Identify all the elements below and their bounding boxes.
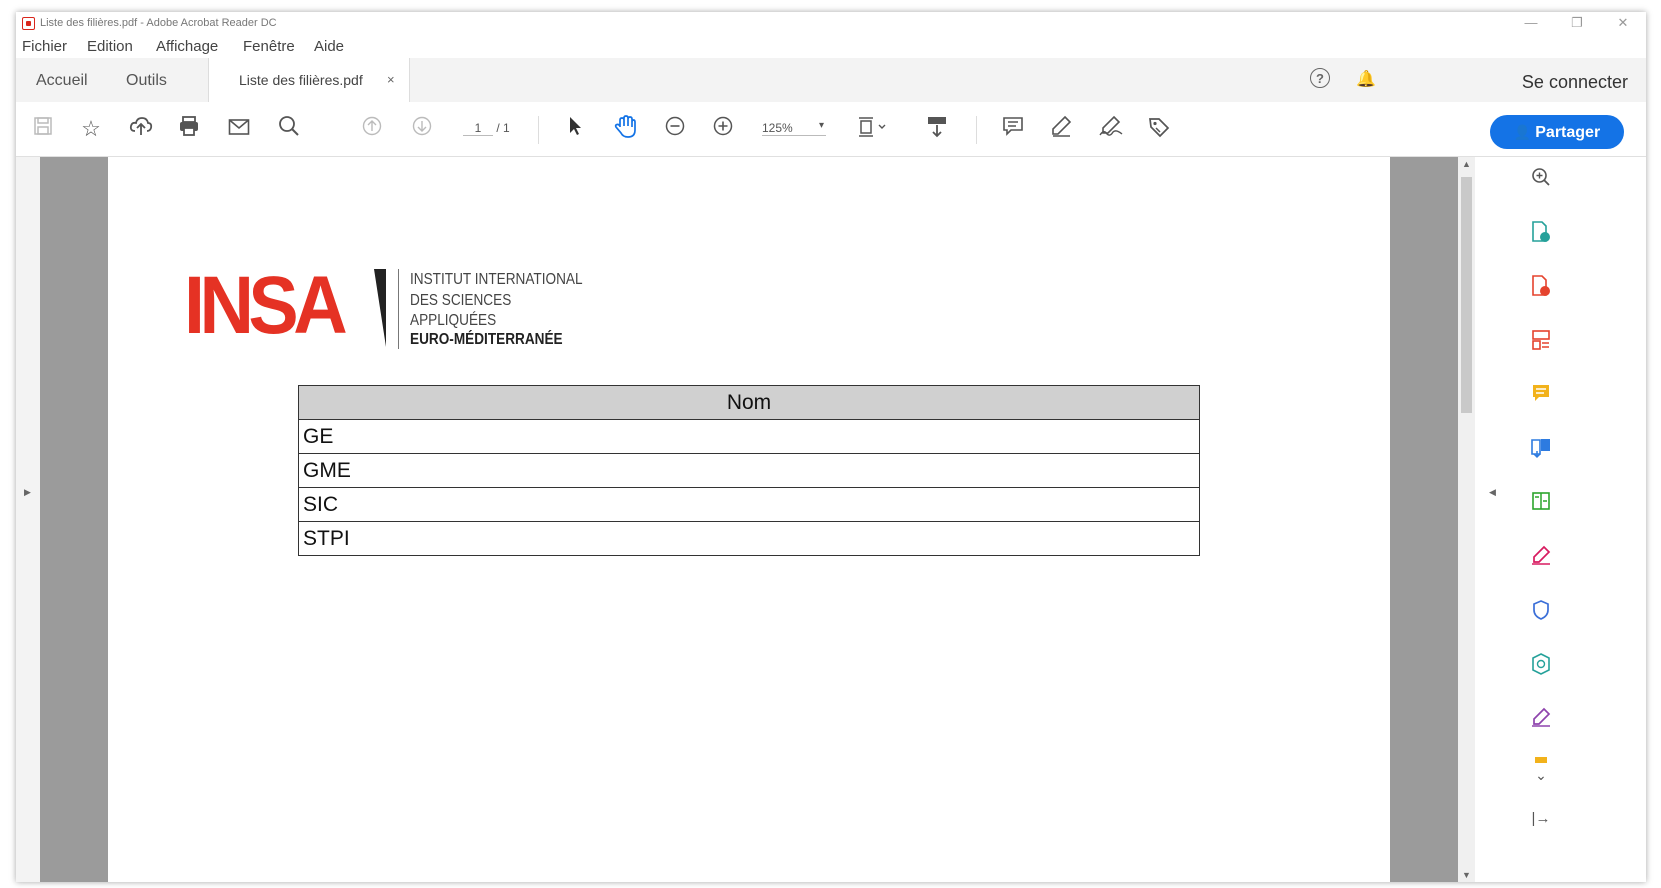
- notification-bell-icon[interactable]: 🔔: [1356, 71, 1376, 88]
- protect-shield-icon[interactable]: [1527, 599, 1555, 627]
- chevron-down-icon: ▾: [818, 120, 824, 131]
- zoom-level-dropdown[interactable]: 125% ▾: [762, 120, 826, 136]
- tab-accueil[interactable]: Accueil: [36, 72, 88, 90]
- draw-signature-icon[interactable]: [1096, 115, 1126, 143]
- collapse-tools-pane-icon[interactable]: |→: [1527, 805, 1555, 833]
- table-cell: STPI: [298, 521, 1200, 556]
- insa-logo: INSA INSTITUT INTERNATIONAL DES SCIENCES…: [184, 261, 604, 351]
- select-tool-icon[interactable]: [561, 115, 591, 143]
- right-tools-pane: ◀ ⌄ |→: [1475, 157, 1646, 882]
- sign-in-link[interactable]: Se connecter: [1522, 72, 1628, 93]
- restore-button[interactable]: ❐: [1554, 12, 1600, 34]
- minimize-button[interactable]: —: [1508, 12, 1554, 34]
- edit-pdf-icon[interactable]: [1527, 491, 1555, 519]
- logo-line-4: EURO-MÉDITERRANÉE: [410, 331, 563, 348]
- window-title: Liste des filières.pdf - Adobe Acrobat R…: [40, 17, 277, 29]
- table-cell: GE: [298, 419, 1200, 454]
- page-up-icon[interactable]: [357, 115, 387, 143]
- help-icon[interactable]: ?: [1310, 68, 1330, 88]
- highlight-pen-icon[interactable]: [1046, 115, 1076, 143]
- table-cell: SIC: [298, 487, 1200, 522]
- table-row: SIC: [298, 487, 1200, 522]
- expand-left-panel-icon[interactable]: ▶: [24, 487, 31, 498]
- tab-document-label: Liste des filières.pdf: [239, 72, 363, 88]
- toolbar-divider: [538, 116, 539, 144]
- logo-line-2: DES SCIENCES: [410, 292, 512, 309]
- add-user-icon: 👤: [1513, 124, 1532, 140]
- menu-affichage[interactable]: Affichage: [156, 38, 218, 55]
- hand-tool-icon[interactable]: [610, 115, 640, 143]
- combine-files-icon[interactable]: [1527, 437, 1555, 465]
- organize-pages-icon[interactable]: [1527, 329, 1555, 357]
- left-navigation-strip: ▶: [16, 157, 40, 882]
- tab-bar: Accueil Outils Liste des filières.pdf × …: [16, 58, 1646, 103]
- zoom-in-icon[interactable]: [708, 115, 738, 143]
- save-icon[interactable]: [28, 115, 58, 143]
- table-cell: GME: [298, 453, 1200, 488]
- logo-wedge: [374, 269, 386, 347]
- create-pdf-icon[interactable]: [1527, 275, 1555, 303]
- zoom-level-value: 125%: [762, 121, 793, 135]
- search-icon[interactable]: [274, 115, 304, 143]
- comment-tool-icon[interactable]: [1527, 383, 1555, 411]
- tab-document[interactable]: Liste des filières.pdf ×: [208, 58, 410, 103]
- comment-icon[interactable]: [998, 115, 1028, 143]
- document-workarea: ▶ INSA INSTITUT INTERNATIONAL DES SCIENC…: [16, 157, 1646, 882]
- acrobat-window: Liste des filières.pdf - Adobe Acrobat R…: [16, 12, 1646, 882]
- logo-line-3: APPLIQUÉES: [410, 312, 497, 329]
- page-current-input[interactable]: 1: [463, 121, 493, 136]
- vertical-scrollbar[interactable]: ▲ ▼: [1458, 157, 1475, 882]
- page-total: / 1: [496, 121, 510, 135]
- collapse-right-panel-icon[interactable]: ◀: [1489, 487, 1496, 498]
- scroll-down-icon[interactable]: ▼: [1462, 870, 1471, 880]
- logo-line-1: INSTITUT INTERNATIONAL: [410, 271, 583, 288]
- close-window-button[interactable]: ✕: [1600, 12, 1646, 34]
- email-icon[interactable]: [224, 115, 254, 143]
- table-row: GE: [298, 419, 1200, 454]
- table-row: STPI: [298, 521, 1200, 556]
- tab-outils[interactable]: Outils: [126, 72, 167, 90]
- column-header-nom: Nom: [298, 385, 1200, 420]
- menu-aide[interactable]: Aide: [314, 38, 344, 55]
- stamp-tag-icon[interactable]: [1144, 115, 1174, 143]
- scroll-up-icon[interactable]: ▲: [1462, 159, 1471, 169]
- zoom-out-icon[interactable]: [660, 115, 690, 143]
- print-icon[interactable]: [174, 115, 204, 143]
- cloud-upload-icon[interactable]: [126, 115, 156, 143]
- optimize-pdf-icon[interactable]: [1527, 653, 1555, 681]
- share-label: Partager: [1535, 124, 1601, 141]
- menu-fichier[interactable]: Fichier: [22, 38, 67, 55]
- zoom-search-icon[interactable]: [1527, 167, 1555, 195]
- pdf-page: INSA INSTITUT INTERNATIONAL DES SCIENCES…: [108, 157, 1390, 882]
- main-toolbar: ☆ 1 / 1 125% ▾ 👤 Partager: [16, 102, 1646, 157]
- title-bar: Liste des filières.pdf - Adobe Acrobat R…: [16, 12, 1646, 34]
- scroll-mode-icon[interactable]: [922, 115, 952, 143]
- close-tab-icon[interactable]: ×: [387, 72, 395, 87]
- menu-edition[interactable]: Edition: [87, 38, 133, 55]
- export-pdf-icon[interactable]: [1527, 221, 1555, 249]
- logo-wordmark: INSA: [184, 260, 348, 351]
- scrollbar-thumb[interactable]: [1461, 177, 1472, 413]
- share-button[interactable]: 👤 Partager: [1490, 115, 1624, 149]
- filieres-table: Nom GE GME SIC STPI: [298, 385, 1200, 556]
- star-icon[interactable]: ☆: [76, 115, 106, 143]
- menu-fenetre[interactable]: Fenêtre: [243, 38, 295, 55]
- fill-sign-icon[interactable]: [1527, 545, 1555, 573]
- page-display-icon[interactable]: [852, 115, 892, 143]
- pdf-app-icon: [22, 17, 35, 30]
- chevron-down-icon[interactable]: ⌄: [1527, 761, 1555, 789]
- table-row: GME: [298, 453, 1200, 488]
- table-header-row: Nom: [298, 385, 1200, 420]
- toolbar-divider: [976, 116, 977, 144]
- logo-divider: [398, 269, 399, 349]
- page-number-box[interactable]: 1 / 1: [463, 121, 510, 136]
- page-down-icon[interactable]: [407, 115, 437, 143]
- menu-bar: Fichier Edition Affichage Fenêtre Aide: [16, 34, 1646, 58]
- send-for-signature-icon[interactable]: [1527, 707, 1555, 735]
